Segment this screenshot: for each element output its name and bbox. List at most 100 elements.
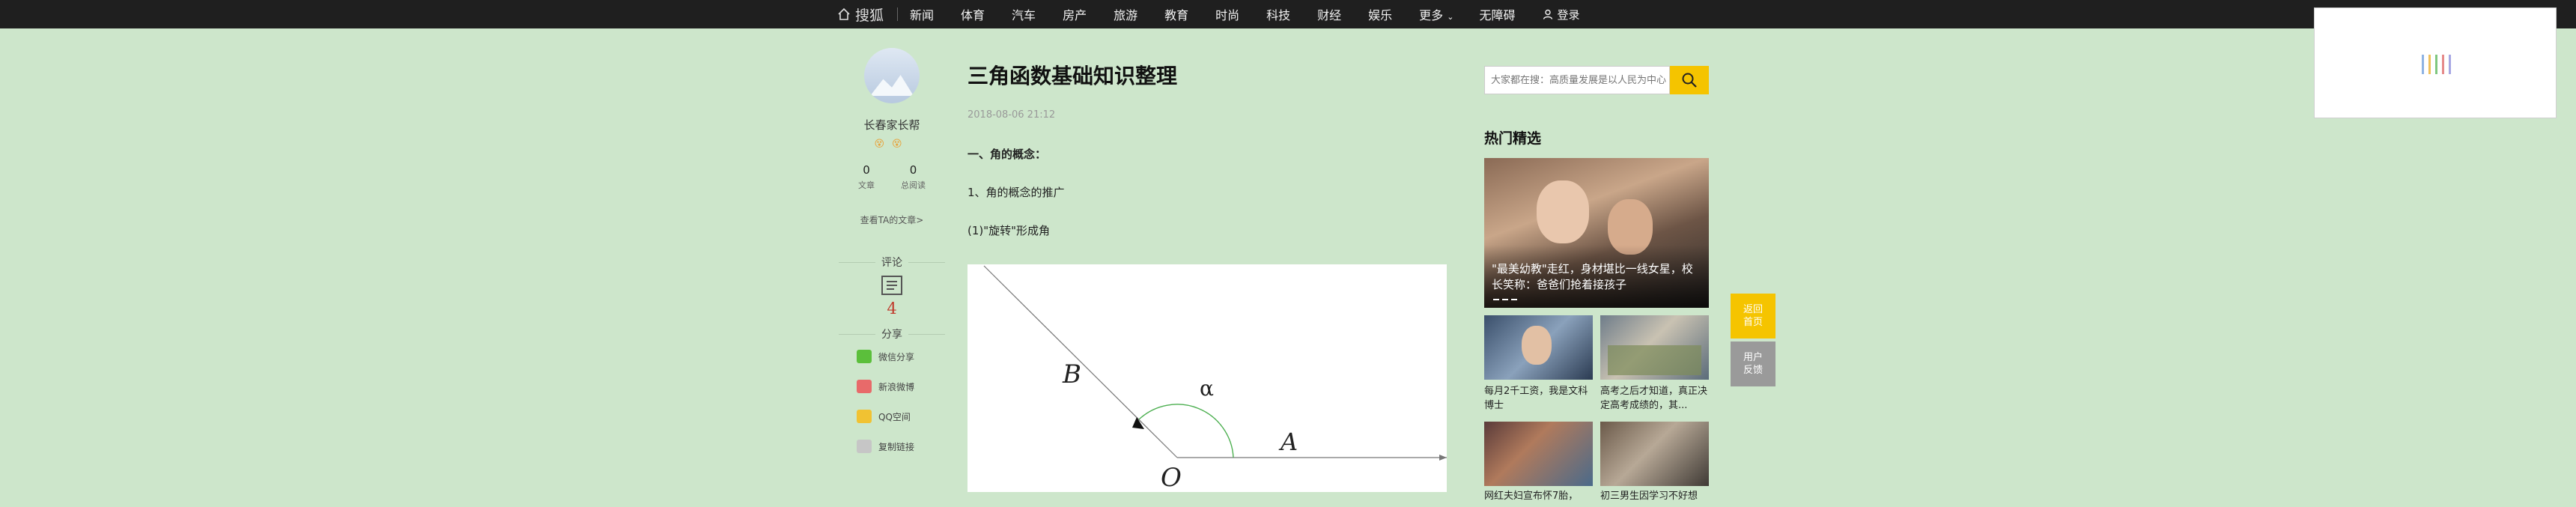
author-panel: 长春家长帮 😵😵 0 文章 0 总阅读 查看TA的文章> 评论 4 分享 微信分… — [839, 48, 945, 461]
news-thumb[interactable] — [1600, 422, 1709, 486]
nav-item-news[interactable]: 新闻 — [910, 5, 934, 23]
news-thumb[interactable] — [1484, 422, 1593, 486]
angle-svg: B α A O — [983, 265, 1447, 493]
feedback-label: 用户反馈 — [1743, 352, 1763, 376]
news-caption[interactable]: 网红夫妇宣布怀7胎， — [1484, 489, 1593, 504]
comments-label: 评论 — [875, 255, 908, 270]
link-icon — [857, 440, 872, 453]
nav-item-finance[interactable]: 财经 — [1317, 5, 1341, 23]
nav-item-fashion[interactable]: 时尚 — [1215, 5, 1239, 23]
label-a: A — [1278, 428, 1298, 456]
views-label: 总阅读 — [901, 180, 926, 190]
sohu-logo[interactable]: 搜狐 — [837, 4, 884, 25]
nav-item-auto[interactable]: 汽车 — [1012, 5, 1036, 23]
article-paragraph: 1、角的概念的推广 — [967, 186, 1065, 199]
main-nav: 搜狐 新闻 体育 汽车 房产 旅游 教育 时尚 科技 财经 娱乐 更多 ⌄ 无障… — [837, 0, 1580, 28]
login-button[interactable]: 登录 — [1543, 7, 1580, 22]
hero-caption: "最美幼教"走红，身材堪比一线女星，校长笑称：爸爸们抢着接孩子 — [1492, 262, 1693, 291]
view-author-articles-link[interactable]: 查看TA的文章> — [839, 213, 945, 226]
login-label: 登录 — [1557, 7, 1580, 22]
news-caption[interactable]: 每月2千工资，我是文科博士 — [1484, 384, 1593, 413]
label-b: B — [1062, 359, 1081, 389]
news-thumb[interactable] — [1600, 315, 1709, 380]
share-header: 分享 — [839, 327, 945, 341]
comment-icon[interactable] — [881, 276, 902, 295]
home-icon — [838, 7, 850, 20]
search-icon — [1682, 73, 1697, 88]
carousel-dot[interactable] — [1502, 299, 1508, 300]
articles-label: 文章 — [858, 180, 875, 190]
author-name[interactable]: 长春家长帮 — [839, 117, 945, 133]
carousel-dot[interactable] — [1511, 299, 1517, 300]
nav-item-travel[interactable]: 旅游 — [1114, 5, 1137, 23]
user-icon — [1543, 9, 1552, 19]
hero-news-card[interactable]: "最美幼教"走红，身材堪比一线女星，校长笑称：爸爸们抢着接孩子 — [1484, 158, 1709, 308]
accessibility-link[interactable]: 无障碍 — [1480, 5, 1516, 23]
article-body: 三角函数基础知识整理 2018-08-06 21:12 一、角的概念： 1、角的… — [967, 60, 1462, 238]
feedback-button[interactable]: 用户反馈 — [1731, 341, 1775, 386]
news-caption[interactable]: 初三男生因学习不好想 — [1600, 489, 1709, 504]
angle-arc — [1138, 404, 1234, 458]
loading-spinner — [2422, 55, 2451, 74]
ray-arrowhead — [1439, 455, 1447, 461]
wechat-icon — [857, 350, 872, 363]
chevron-down-icon: ⌄ — [1447, 12, 1454, 22]
qzone-icon — [857, 410, 872, 423]
angle-diagram: B α A O — [967, 264, 1447, 493]
copy-link-label: 复制链接 — [878, 441, 915, 452]
label-o: O — [1161, 463, 1182, 492]
share-qzone[interactable]: QQ空间 — [857, 401, 945, 431]
views-count: 0 — [909, 163, 917, 177]
hero-photo — [1537, 180, 1589, 243]
nav-item-sports[interactable]: 体育 — [961, 5, 985, 23]
share-weibo-label: 新浪微博 — [878, 381, 915, 392]
articles-stat: 0 文章 — [858, 163, 875, 191]
article-heading: 一、角的概念： — [967, 148, 1047, 161]
author-badges: 😵😵 — [874, 139, 910, 150]
thumb-photo — [1522, 326, 1552, 365]
top-nav-bar: 搜狐 新闻 体育 汽车 房产 旅游 教育 时尚 科技 财经 娱乐 更多 ⌄ 无障… — [0, 0, 2576, 28]
news-thumb[interactable] — [1484, 315, 1593, 380]
carousel-dot[interactable] — [1493, 299, 1499, 300]
loading-panel — [2314, 7, 2557, 118]
nav-divider — [897, 7, 899, 21]
back-to-home-button[interactable]: 返回首页 — [1731, 294, 1775, 338]
share-wechat-label: 微信分享 — [878, 351, 915, 362]
article-title: 三角函数基础知识整理 — [967, 64, 1178, 88]
loading-bar — [2449, 55, 2451, 74]
comments-header: 评论 — [839, 255, 945, 270]
share-list: 微信分享 新浪微博 QQ空间 复制链接 — [839, 341, 945, 461]
loading-bar — [2428, 55, 2431, 74]
loading-bar — [2422, 55, 2424, 74]
share-label: 分享 — [875, 327, 908, 341]
article-paragraph: (1)"旋转"形成角 — [967, 224, 1051, 237]
nav-item-tech[interactable]: 科技 — [1266, 5, 1290, 23]
share-qzone-label: QQ空间 — [878, 411, 911, 422]
nav-more-label: 更多 — [1419, 8, 1444, 22]
avatar[interactable] — [864, 48, 920, 103]
label-alpha: α — [1200, 376, 1214, 401]
search-input[interactable] — [1484, 66, 1670, 94]
loading-bar — [2442, 55, 2444, 74]
articles-count: 0 — [863, 163, 870, 177]
search-bar — [1484, 66, 1709, 94]
loading-bar — [2435, 55, 2437, 74]
author-stats: 0 文章 0 总阅读 — [858, 163, 926, 191]
copy-link[interactable]: 复制链接 — [857, 431, 945, 461]
news-caption[interactable]: 高考之后才知道，真正决定高考成绩的，其... — [1600, 384, 1709, 413]
brand-name: 搜狐 — [855, 7, 884, 24]
nav-item-entertainment[interactable]: 娱乐 — [1368, 5, 1392, 23]
publish-date: 2018-08-06 21:12 — [967, 109, 1056, 121]
hot-picks-title: 热门精选 — [1484, 130, 1542, 147]
nav-item-house[interactable]: 房产 — [1063, 5, 1087, 23]
nav-more-menu[interactable]: 更多 ⌄ — [1419, 5, 1453, 23]
thumb-photo — [1608, 345, 1701, 375]
carousel-dots[interactable] — [1493, 299, 1517, 300]
views-stat: 0 总阅读 — [901, 163, 926, 191]
nav-item-education[interactable]: 教育 — [1164, 5, 1188, 23]
search-button[interactable] — [1670, 66, 1709, 94]
share-weibo[interactable]: 新浪微博 — [857, 371, 945, 401]
comment-count[interactable]: 4 — [839, 300, 945, 318]
back-to-home-label: 返回首页 — [1743, 304, 1763, 328]
share-wechat[interactable]: 微信分享 — [857, 341, 945, 371]
